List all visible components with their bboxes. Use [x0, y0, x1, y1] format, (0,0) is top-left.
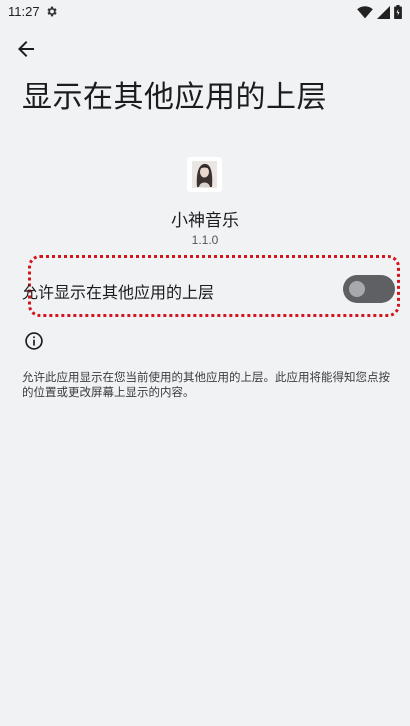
gear-icon — [47, 6, 57, 17]
signal-icon — [377, 5, 390, 19]
status-time: 11:27 — [8, 4, 40, 19]
status-icons — [357, 5, 402, 19]
app-name: 小神音乐 — [171, 211, 239, 231]
arrow-left-icon — [18, 41, 34, 57]
app-icon — [187, 157, 222, 192]
permission-toggle-row[interactable]: 允许显示在其他应用的上层 — [0, 266, 410, 310]
app-avatar-image — [192, 161, 217, 188]
permission-switch[interactable] — [343, 275, 395, 303]
page-title: 显示在其他应用的上层 — [22, 80, 327, 115]
back-button[interactable] — [14, 37, 38, 61]
permission-label: 允许显示在其他应用的上层 — [22, 283, 215, 302]
wifi-icon — [357, 5, 373, 18]
info-icon — [25, 332, 43, 350]
permission-description: 允许此应用显示在您当前使用的其他应用的上层。此应用将能得知您点按的位置或更改屏幕… — [22, 370, 390, 399]
status-bar: 11:27 — [0, 0, 410, 24]
battery-icon — [394, 5, 402, 19]
app-version: 1.1.0 — [191, 233, 219, 247]
switch-thumb — [349, 281, 365, 297]
